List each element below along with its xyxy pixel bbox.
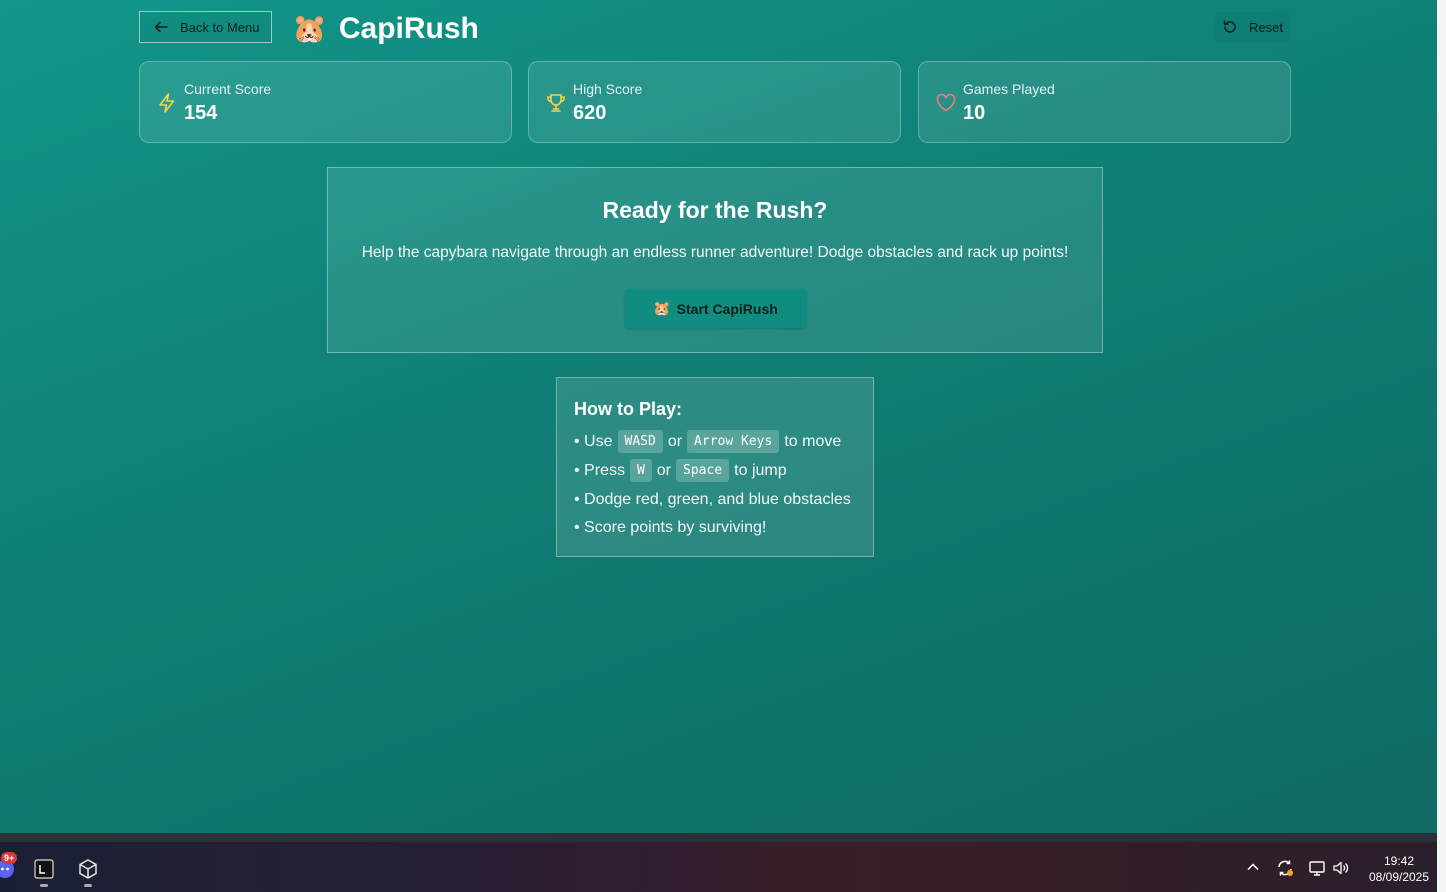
running-indicator <box>40 884 48 887</box>
brand: 🐹 CapiRush <box>292 9 479 49</box>
instruction-text: • Press <box>574 461 625 479</box>
page-title: CapiRush <box>338 12 479 45</box>
how-to-play-title: How to Play: <box>574 399 683 419</box>
key-wasd: WASD <box>617 430 663 453</box>
instruction-text: • Use <box>574 432 613 450</box>
volume-icon[interactable] <box>1332 860 1350 876</box>
how-to-play-panel: How to Play: • Use WASD or Arrow Keys to… <box>556 377 874 557</box>
reset-label: Reset <box>1249 19 1283 35</box>
back-to-menu-button[interactable]: Back to Menu <box>139 11 272 43</box>
start-capirush-button[interactable]: 🐹 Start CapiRush <box>625 289 806 328</box>
stat-card-current-score: Current Score 154 <box>139 61 512 143</box>
running-indicator <box>84 884 92 887</box>
sync-icon[interactable] <box>1276 859 1294 877</box>
instruction-text: or <box>667 432 683 450</box>
stat-label: High Score <box>573 81 643 97</box>
start-panel-description: Help the capybara navigate through an en… <box>361 244 1069 261</box>
chevron-up-icon[interactable] <box>1246 860 1260 874</box>
stat-label: Games Played <box>963 81 1055 97</box>
clock-date: 08/09/2025 <box>1368 870 1430 884</box>
key-arrow-keys: Arrow Keys <box>687 430 780 453</box>
instruction-text: to move <box>784 432 842 450</box>
instruction-text: or <box>656 461 672 479</box>
stat-value: 620 <box>573 102 607 124</box>
unity-icon[interactable] <box>77 858 99 880</box>
lightning-icon <box>159 93 175 113</box>
key-space: Space <box>676 459 730 482</box>
notification-badge: 9+ <box>1 852 18 864</box>
taskbar: 9+ 19:42 08/09/2025 <box>0 842 1437 892</box>
stat-card-high-score: High Score 620 <box>528 61 901 143</box>
stat-label: Current Score <box>184 81 272 97</box>
back-to-menu-label: Back to Menu <box>180 19 260 35</box>
instruction-jump: • Press W or Space to jump <box>574 459 787 482</box>
capybara-emoji-icon: 🐹 <box>292 13 327 44</box>
reset-button[interactable]: Reset <box>1214 12 1289 42</box>
heart-icon <box>936 93 956 112</box>
start-button-label: Start CapiRush <box>676 300 778 317</box>
window-edge <box>0 833 1437 842</box>
instruction-score: • Score points by surviving! <box>574 519 767 536</box>
capybara-emoji-icon: 🐹 <box>653 300 671 316</box>
start-panel-title: Ready for the Rush? <box>602 197 828 223</box>
key-w: W <box>629 459 652 482</box>
reset-icon <box>1223 20 1236 33</box>
stat-card-games-played: Games Played 10 <box>918 61 1291 143</box>
app-window: Back to Menu 🐹 CapiRush Reset Current Sc… <box>0 0 1437 833</box>
network-icon[interactable] <box>1308 859 1326 877</box>
stat-value: 154 <box>184 102 218 124</box>
instruction-dodge: • Dodge red, green, and blue obstacles <box>574 491 851 508</box>
clock-time: 19:42 <box>1383 854 1415 868</box>
window-edge <box>1437 0 1446 892</box>
instruction-move: • Use WASD or Arrow Keys to move <box>574 430 841 453</box>
system-clock[interactable]: 19:42 08/09/2025 <box>1366 853 1432 885</box>
arrow-left-icon <box>154 21 168 33</box>
terminal-icon[interactable] <box>33 858 55 880</box>
stat-value: 10 <box>963 102 986 124</box>
trophy-icon <box>547 94 565 112</box>
instruction-text: to jump <box>734 461 787 479</box>
start-panel: Ready for the Rush? Help the capybara na… <box>327 167 1103 353</box>
